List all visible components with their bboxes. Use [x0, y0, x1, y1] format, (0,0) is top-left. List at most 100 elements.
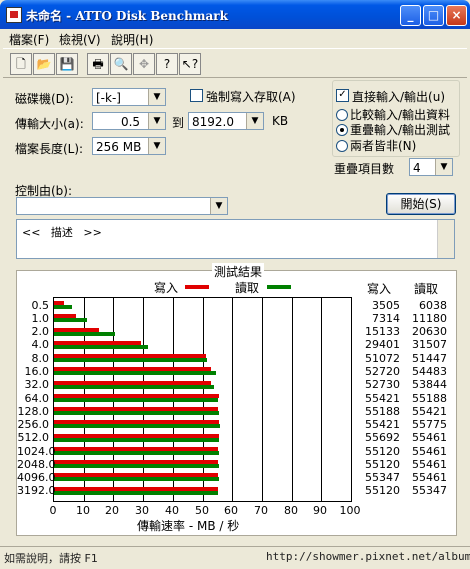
write-value: 55692 — [365, 431, 400, 445]
transfer-size-label: 4.0 — [31, 338, 50, 352]
write-value: 55188 — [365, 404, 400, 418]
transfer-to-select[interactable]: 8192.0 ▼ — [188, 112, 264, 130]
read-bar — [54, 490, 218, 495]
read-value: 31507 — [412, 338, 447, 352]
transfer-size-label: 1024.0 — [17, 444, 56, 458]
status-text: 如需說明，請按 F1 — [4, 552, 98, 565]
chevron-down-icon: ▼ — [148, 138, 165, 154]
move-icon[interactable]: ✥ — [133, 53, 155, 75]
transfer-size-label: 2.0 — [31, 325, 50, 339]
x-tick-label: 70 — [254, 504, 268, 517]
file-length-label: 檔案長度(L): — [15, 142, 84, 156]
chevron-down-icon: ▼ — [435, 159, 452, 175]
control-by-select[interactable]: ▼ — [16, 197, 228, 215]
description-box[interactable]: << 描述 >> — [16, 219, 455, 259]
context-help-icon[interactable]: ↖? — [179, 53, 201, 75]
close-button[interactable]: × — [446, 5, 467, 26]
transfer-size-label: 傳輸大小(a): — [15, 117, 84, 131]
read-bar — [54, 397, 218, 402]
read-bar — [54, 318, 87, 323]
menu-file[interactable]: 檔案(F) — [9, 31, 49, 48]
write-legend-label: 寫入 — [154, 281, 179, 295]
x-tick-label: 40 — [165, 504, 179, 517]
transfer-from-select[interactable]: 0.5 ▼ — [92, 112, 166, 130]
transfer-size-label: 1.0 — [31, 311, 50, 325]
read-bar — [54, 437, 219, 442]
radio-neither[interactable] — [336, 140, 348, 152]
x-tick-label: 20 — [105, 504, 119, 517]
force-write-checkbox[interactable] — [190, 89, 203, 102]
read-bar — [54, 450, 219, 455]
title-bar[interactable]: 未命名 - ATTO Disk Benchmark _ □ × — [0, 0, 470, 29]
radio-compare[interactable] — [336, 109, 348, 121]
chevron-down-icon: ▼ — [210, 198, 227, 214]
print-preview-icon[interactable]: 🔍 — [110, 53, 132, 75]
transfer-to-label: 到 — [172, 116, 185, 130]
read-value: 54483 — [412, 364, 447, 378]
write-value: 52730 — [365, 378, 400, 392]
chevron-down-icon: ▼ — [246, 113, 263, 129]
description-scrollbar[interactable] — [437, 220, 454, 258]
transfer-size-label: 4096.0 — [17, 471, 56, 485]
read-value: 51447 — [412, 351, 447, 365]
x-axis-label: 傳輸速率 - MB / 秒 — [137, 519, 240, 533]
x-tick-label: 60 — [224, 504, 238, 517]
read-bar — [54, 477, 219, 482]
maximize-button[interactable]: □ — [423, 5, 444, 26]
save-icon[interactable]: 💾 — [56, 53, 78, 75]
write-value: 52720 — [365, 364, 400, 378]
read-bar — [54, 411, 219, 416]
read-bar — [54, 344, 148, 349]
queue-depth-select[interactable]: 4 ▼ — [409, 158, 453, 176]
print-icon[interactable]: 🖶 — [87, 53, 109, 75]
window-title: 未命名 - ATTO Disk Benchmark — [26, 9, 228, 23]
drive-label: 磁碟機(D): — [15, 92, 74, 106]
start-button[interactable]: 開始(S) — [386, 193, 456, 215]
read-value: 55461 — [412, 457, 447, 471]
open-folder-icon[interactable]: 📂 — [33, 53, 55, 75]
drive-select[interactable]: [-k-] ▼ — [92, 88, 166, 106]
grid-line — [232, 298, 233, 501]
help-icon[interactable]: ? — [156, 53, 178, 75]
status-bar: 如需說明，請按 F1 http://showmer.pixnet.net/alb… — [0, 546, 470, 569]
read-legend-label: 讀取 — [235, 281, 260, 295]
transfer-size-label: 0.5 — [31, 298, 50, 312]
queue-depth-label: 重疊項目數 — [334, 162, 395, 176]
chart-plot-area — [53, 297, 352, 502]
read-value: 55461 — [412, 444, 447, 458]
read-bar — [54, 384, 214, 389]
read-bar — [54, 371, 216, 376]
chevron-down-icon: ▼ — [148, 89, 165, 105]
watermark-url: http://showmer.pixnet.net/album — [266, 550, 470, 563]
force-write-label: 強制寫入存取(A) — [206, 90, 296, 104]
read-bar — [54, 331, 115, 336]
radio-neither-label: 兩者皆非(N) — [350, 139, 417, 153]
radio-overlap[interactable] — [336, 124, 348, 136]
read-value: 55347 — [412, 484, 447, 498]
read-value: 55421 — [412, 404, 447, 418]
minimize-button[interactable]: _ — [400, 5, 421, 26]
results-panel: 測試結果 寫入 讀取 寫入 讀取 0 10 20 30 40 50 60 70 80 90 100 0… — [16, 263, 457, 536]
read-value: 55461 — [412, 471, 447, 485]
new-file-icon[interactable]: 🗋 — [10, 53, 32, 75]
transfer-size-label: 16.0 — [24, 364, 50, 378]
x-tick-label: 30 — [135, 504, 149, 517]
app-icon — [6, 7, 22, 23]
read-bar — [54, 424, 220, 429]
grid-line — [292, 298, 293, 501]
grid-line — [321, 298, 322, 501]
x-tick-label: 50 — [195, 504, 209, 517]
menu-view[interactable]: 檢視(V) — [59, 31, 101, 48]
write-value: 15133 — [365, 325, 400, 339]
write-value: 51072 — [365, 351, 400, 365]
write-value: 55421 — [365, 391, 400, 405]
file-length-select[interactable]: 256 MB ▼ — [92, 137, 166, 155]
results-title: 測試結果 — [212, 263, 265, 280]
read-column-header: 讀取 — [414, 282, 439, 296]
transfer-size-label: 2048.0 — [17, 457, 56, 471]
write-value: 55421 — [365, 418, 400, 432]
read-legend-swatch — [267, 285, 291, 289]
transfer-size-label: 8.0 — [31, 351, 50, 365]
file-length-value: 256 MB — [96, 140, 142, 154]
menu-help[interactable]: 說明(H) — [111, 31, 153, 48]
